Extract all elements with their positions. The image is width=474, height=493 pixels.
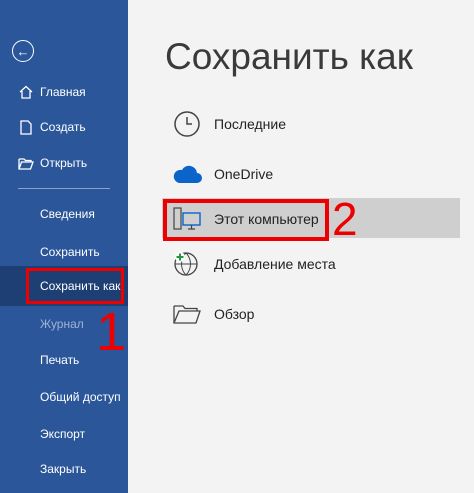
option-add-place[interactable]: Добавление места (170, 246, 336, 282)
sidebar-item-label: Открыть (40, 156, 88, 170)
cloud-icon (170, 157, 204, 191)
open-folder-icon (18, 157, 34, 170)
option-onedrive[interactable]: OneDrive (170, 156, 273, 192)
clock-icon (170, 107, 204, 141)
sidebar-item-share[interactable]: Общий доступ (0, 383, 128, 411)
option-browse[interactable]: Обзор (170, 296, 254, 332)
backstage-sidebar: ← Главная Создать Открыть Сведения Сохра… (0, 0, 128, 493)
annotation-number-1: 1 (96, 302, 127, 362)
new-document-icon (18, 119, 34, 135)
sidebar-item-close[interactable]: Закрыть (0, 455, 128, 483)
sidebar-item-label: Сведения (40, 207, 95, 221)
home-icon (18, 85, 34, 99)
sidebar-item-label: Закрыть (40, 462, 87, 476)
sidebar-item-label: Главная (40, 85, 86, 99)
sidebar-item-open[interactable]: Открыть (0, 149, 128, 177)
sidebar-item-label: Печать (40, 353, 80, 367)
sidebar-item-label: Создать (40, 120, 86, 134)
sidebar-item-new[interactable]: Создать (0, 113, 128, 141)
option-label: Добавление места (214, 256, 336, 272)
annotation-box-1 (26, 268, 124, 304)
sidebar-item-home[interactable]: Главная (0, 78, 128, 106)
option-label: OneDrive (214, 166, 274, 182)
folder-icon (170, 297, 204, 331)
add-location-icon (170, 247, 204, 281)
annotation-box-2 (163, 199, 329, 241)
option-recent[interactable]: Последние (170, 106, 286, 142)
sidebar-item-info[interactable]: Сведения (0, 200, 128, 228)
sidebar-item-label: Журнал (40, 317, 84, 331)
sidebar-item-label: Общий доступ (40, 390, 121, 404)
option-label: Последние (214, 116, 287, 132)
sidebar-item-export[interactable]: Экспорт (0, 420, 128, 448)
sidebar-divider (18, 188, 110, 189)
back-arrow-icon[interactable]: ← (12, 40, 34, 62)
sidebar-item-label: Сохранить (40, 245, 100, 259)
page-title: Сохранить как (165, 36, 413, 77)
sidebar-item-save[interactable]: Сохранить (0, 238, 128, 266)
sidebar-item-label: Экспорт (40, 427, 86, 441)
annotation-number-2: 2 (332, 193, 358, 245)
option-label: Обзор (214, 306, 255, 322)
